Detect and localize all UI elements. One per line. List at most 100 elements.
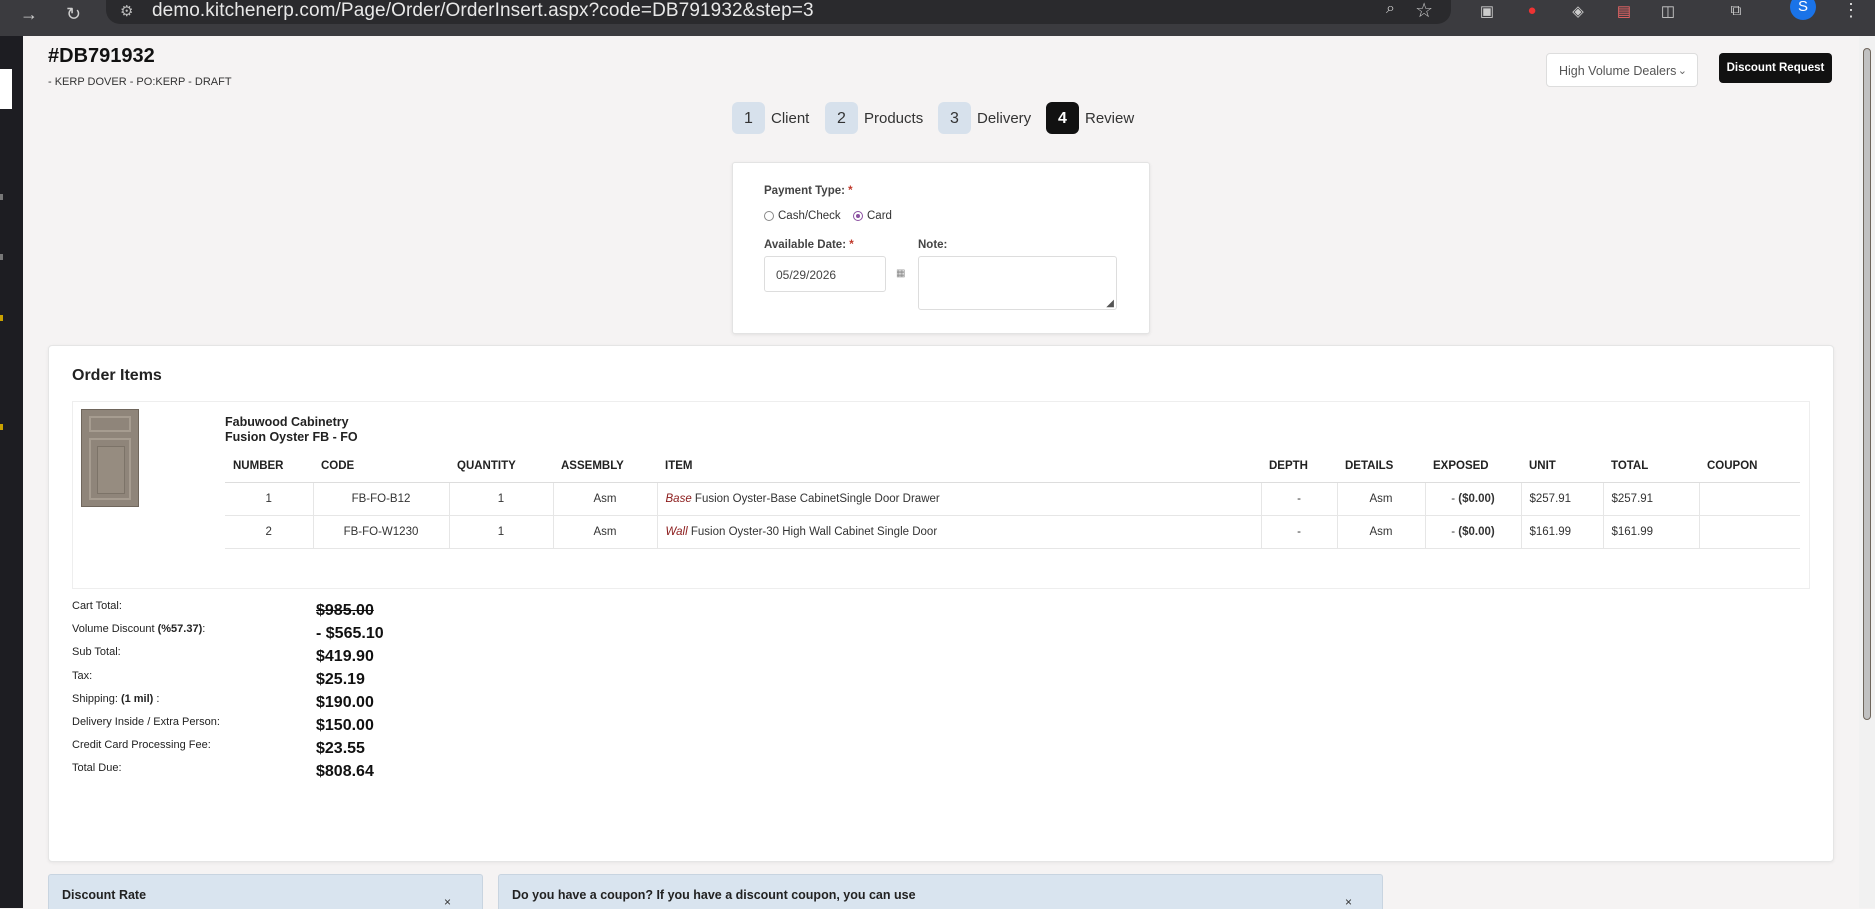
- puzzle-extension-icon[interactable]: ◫: [1658, 2, 1678, 20]
- order-items-panel: Order Items Fabuwood Cabinetry Fusion Oy…: [48, 345, 1834, 862]
- cell-unit: $257.91: [1521, 482, 1604, 516]
- payment-type-label-text: Payment Type:: [764, 185, 845, 197]
- item-description: Fusion Oyster-30 High Wall Cabinet Singl…: [690, 526, 938, 538]
- required-mark: *: [848, 185, 853, 197]
- door-inset: [97, 446, 125, 494]
- sidebar-marker: [0, 424, 3, 430]
- radio-cash-label: Cash/Check: [778, 210, 841, 222]
- item-category-tag: Base: [665, 493, 692, 505]
- exposed-prefix: -: [1451, 493, 1456, 505]
- table-row[interactable]: 1 FB-FO-B12 1 Asm Base Fusion Oyster-Bas…: [225, 482, 1800, 516]
- sidebar-marker: [0, 254, 3, 260]
- close-icon[interactable]: ×: [1345, 895, 1352, 909]
- dealer-group-select[interactable]: High Volume Dealers ⌄: [1546, 53, 1698, 87]
- sidebar-marker: [0, 315, 3, 321]
- shipping-label-text: Shipping:: [72, 693, 118, 705]
- volume-discount-value: - $565.10: [316, 625, 384, 642]
- sidebar-toggle[interactable]: [0, 69, 12, 109]
- cell-coupon[interactable]: [1699, 482, 1800, 516]
- shipping-value: $190.00: [316, 694, 374, 711]
- site-info-icon[interactable]: ⚙: [120, 2, 133, 20]
- print-extension-icon[interactable]: ▤: [1614, 2, 1634, 20]
- col-assembly: ASSEMBLY: [553, 449, 657, 483]
- cell-unit: $161.99: [1521, 515, 1604, 549]
- cell-item: Base Fusion Oyster-Base CabinetSingle Do…: [657, 482, 1262, 516]
- total-due-value: $808.64: [316, 763, 374, 780]
- shield-extension-icon[interactable]: ◈: [1568, 2, 1588, 20]
- step-review[interactable]: 4 Review: [1046, 102, 1134, 134]
- shipping-detail: (1 mil): [120, 693, 154, 705]
- step-products[interactable]: 2 Products: [825, 102, 923, 134]
- step-delivery[interactable]: 3 Delivery: [938, 102, 1031, 134]
- available-date-label-text: Available Date:: [764, 239, 847, 251]
- app-sidebar: [0, 36, 23, 908]
- payment-option-cash[interactable]: Cash/Check: [764, 210, 841, 222]
- col-coupon: COUPON: [1699, 449, 1800, 483]
- exposed-value: ($0.00): [1458, 526, 1495, 538]
- payment-card: Payment Type: * Cash/Check Card Availabl…: [732, 162, 1150, 334]
- bookmark-star-icon[interactable]: ☆: [1415, 0, 1433, 23]
- tax-value: $25.19: [316, 671, 365, 688]
- sidebar-marker: [0, 194, 3, 200]
- door-panel: [89, 438, 131, 500]
- order-items-table: NUMBER CODE QUANTITY ASSEMBLY ITEM DEPTH…: [225, 449, 1800, 549]
- col-quantity: QUANTITY: [449, 449, 553, 483]
- col-total: TOTAL: [1603, 449, 1699, 483]
- profile-avatar[interactable]: S: [1790, 0, 1816, 20]
- close-icon[interactable]: ×: [444, 895, 451, 909]
- cell-item: Wall Fusion Oyster-30 High Wall Cabinet …: [657, 515, 1262, 549]
- col-number: NUMBER: [225, 449, 313, 483]
- forward-icon[interactable]: →: [20, 4, 38, 25]
- reload-icon[interactable]: ↻: [66, 4, 81, 25]
- cell-assembly: Asm: [553, 482, 658, 516]
- available-date-label: Available Date: *: [764, 239, 854, 251]
- cc-fee-value: $23.55: [316, 740, 365, 757]
- payment-type-label: Payment Type: *: [764, 185, 853, 197]
- cell-total: $257.91: [1603, 482, 1700, 516]
- cell-details: Asm: [1337, 482, 1426, 516]
- radio-cash[interactable]: [764, 211, 774, 221]
- cell-depth: -: [1261, 515, 1338, 549]
- dealer-select-value: High Volume Dealers: [1559, 64, 1677, 78]
- exposed-value: ($0.00): [1458, 493, 1495, 505]
- col-details: DETAILS: [1337, 449, 1425, 483]
- cell-exposed: - ($0.00): [1425, 482, 1522, 516]
- order-code: #DB791932: [48, 45, 155, 67]
- page-scrollbar[interactable]: [1859, 36, 1875, 908]
- table-row[interactable]: 2 FB-FO-W1230 1 Asm Wall Fusion Oyster-3…: [225, 515, 1800, 549]
- scrollbar-thumb[interactable]: [1863, 48, 1871, 720]
- col-unit: UNIT: [1521, 449, 1603, 483]
- delivery-value: $150.00: [316, 717, 374, 734]
- cell-quantity: 1: [449, 515, 554, 549]
- coupon-title: Do you have a coupon? If you have a disc…: [512, 888, 916, 902]
- note-label: Note:: [918, 239, 948, 251]
- cell-code: FB-FO-B12: [313, 482, 450, 516]
- cart-total-value: $985.00: [316, 602, 374, 619]
- step-client[interactable]: 1 Client: [732, 102, 809, 134]
- step-number: 3: [938, 102, 971, 134]
- adblock-extension-icon[interactable]: ●: [1522, 2, 1542, 20]
- col-code: CODE: [313, 449, 449, 483]
- payment-option-card[interactable]: Card: [853, 210, 892, 222]
- cell-coupon[interactable]: [1699, 515, 1800, 549]
- resize-grip-icon[interactable]: ◢: [1106, 298, 1114, 309]
- tax-label: Tax:: [72, 670, 93, 682]
- discount-request-button[interactable]: Discount Request: [1719, 53, 1832, 83]
- browser-menu-icon[interactable]: ⋮: [1842, 0, 1860, 21]
- zoom-icon[interactable]: ⌕: [1386, 0, 1395, 18]
- col-depth: DEPTH: [1261, 449, 1337, 483]
- step-label: Review: [1085, 109, 1135, 127]
- cell-number: 2: [225, 515, 314, 549]
- order-items-title: Order Items: [72, 367, 162, 384]
- cell-exposed: - ($0.00): [1425, 515, 1522, 549]
- radio-card[interactable]: [853, 211, 863, 221]
- address-bar[interactable]: ⚙ demo.kitchenerp.com/Page/Order/OrderIn…: [106, 0, 1451, 24]
- calendar-icon[interactable]: ▦: [896, 268, 905, 279]
- total-due-label: Total Due:: [72, 762, 122, 774]
- tab-search-icon[interactable]: ⧉: [1726, 2, 1746, 20]
- extension-icon[interactable]: ▣: [1477, 2, 1497, 20]
- col-exposed: EXPOSED: [1425, 449, 1521, 483]
- available-date-input[interactable]: 05/29/2026: [764, 256, 886, 292]
- note-textarea[interactable]: ◢: [918, 256, 1117, 310]
- exposed-prefix: -: [1451, 526, 1456, 538]
